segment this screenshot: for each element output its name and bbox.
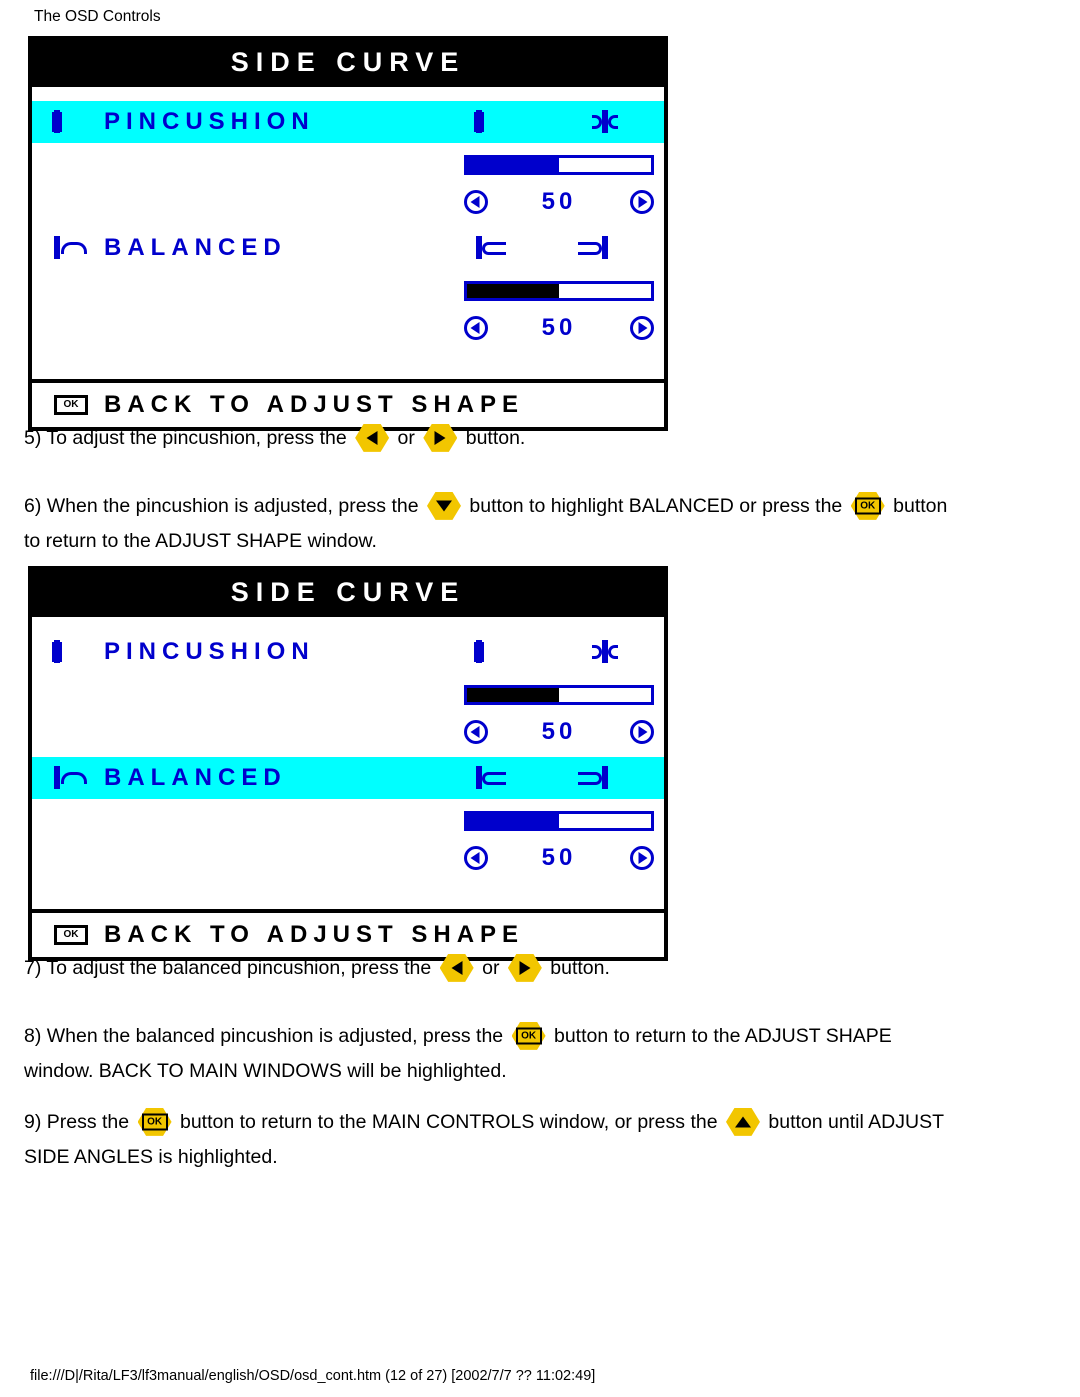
step-9-text-d: SIDE ANGLES is highlighted. [24,1145,278,1168]
balanced-right-icon [602,236,608,259]
osd-body-1: PINCUSHION 50 BALANCED 50 [32,87,664,379]
right-button-icon[interactable] [423,423,458,452]
slider-pincushion-1[interactable] [464,155,654,175]
pincushion-less-icon [476,110,482,133]
step-9-text-a: 9) Press the [24,1110,130,1133]
osd-row-label-balanced-2: BALANCED [104,764,287,791]
ok-icon-2: OK [54,925,88,945]
slider-fill-balanced-2 [467,814,559,828]
pincushion-icon [54,640,60,663]
value-pincushion-2: 50 [541,718,577,745]
ok-icon-1: OK [54,395,88,415]
ok-button-glyph: OK [854,497,881,515]
increase-balanced-icon-1[interactable] [629,316,654,340]
slider-fill-pincushion-1 [467,158,559,172]
pincushion-more-icon [602,110,608,133]
pincushion-less-icon [476,640,482,663]
value-balanced-2: 50 [541,844,577,871]
right-button-icon[interactable] [507,953,542,982]
step-8-paragraph: 8) When the balanced pincushion is adjus… [24,1018,1054,1088]
value-row-pincushion-1: 50 [464,185,654,219]
value-pincushion-1: 50 [541,188,577,215]
osd-window-1: SIDE CURVE PINCUSHION 50 BALANCED 50 OK … [28,36,668,431]
step-9-text-c: button until ADJUST [768,1110,944,1133]
ok-button-glyph: OK [141,1113,168,1131]
ok-button-icon[interactable]: OK [511,1021,546,1050]
osd-title-1: SIDE CURVE [32,40,664,87]
decrease-balanced-icon-2[interactable] [464,846,488,870]
balanced-left-icon [476,766,482,789]
increase-pincushion-icon-1[interactable] [629,190,654,214]
ok-button-glyph: OK [515,1027,542,1045]
osd-row-balanced-1[interactable]: BALANCED [32,227,664,269]
left-button-icon[interactable] [439,953,474,982]
value-row-balanced-1: 50 [464,311,654,345]
up-button-icon[interactable] [725,1107,760,1136]
osd-row-pincushion-1[interactable]: PINCUSHION [32,101,664,143]
step-8-text-b: button to return to the ADJUST SHAPE [553,1024,892,1047]
step-6-paragraph: 6) When the pincushion is adjusted, pres… [24,488,1054,558]
pincushion-icon [54,110,60,133]
osd-row-label-balanced-1: BALANCED [104,234,287,261]
balanced-right-icon [602,766,608,789]
osd-footer-label-2: BACK TO ADJUST SHAPE [104,921,525,948]
step-9-text-b: button to return to the MAIN CONTROLS wi… [179,1110,718,1133]
value-balanced-1: 50 [541,314,577,341]
left-button-icon[interactable] [355,423,390,452]
step-6-text-a: 6) When the pincushion is adjusted, pres… [24,494,419,517]
increase-pincushion-icon-2[interactable] [629,720,654,744]
ok-button-icon[interactable]: OK [850,491,885,520]
osd-body-2: PINCUSHION 50 BALANCED 50 [32,617,664,909]
osd-row-label-pincushion-2: PINCUSHION [104,638,315,665]
step-7-text-b: or [482,956,500,979]
step-6-text-d: to return to the ADJUST SHAPE window. [24,529,377,552]
step-5-text-b: or [397,426,415,449]
balanced-icon [54,766,60,789]
osd-footer-label-1: BACK TO ADJUST SHAPE [104,391,525,418]
osd-row-pincushion-2[interactable]: PINCUSHION [32,631,664,673]
slider-fill-balanced-1 [467,284,559,298]
decrease-balanced-icon-1[interactable] [464,316,488,340]
ok-button-icon[interactable]: OK [137,1107,172,1136]
down-button-icon[interactable] [426,491,461,520]
osd-row-label-pincushion-1: PINCUSHION [104,108,315,135]
decrease-pincushion-icon-2[interactable] [464,720,488,744]
balanced-icon [54,236,60,259]
step-7-text-a: 7) To adjust the balanced pincushion, pr… [24,956,432,979]
step-6-text-c: button [893,494,948,517]
step-5-text-c: button. [465,426,526,449]
step-6-text-b: button to highlight BALANCED or press th… [469,494,843,517]
decrease-pincushion-icon-1[interactable] [464,190,488,214]
step-8-text-c: window. BACK TO MAIN WINDOWS will be hig… [24,1059,507,1082]
step-7-paragraph: 7) To adjust the balanced pincushion, pr… [24,950,1054,985]
slider-balanced-2[interactable] [464,811,654,831]
value-row-pincushion-2: 50 [464,715,654,749]
step-7-text-c: button. [550,956,610,979]
increase-balanced-icon-2[interactable] [629,846,654,870]
step-5-paragraph: 5) To adjust the pincushion, press the o… [24,420,1054,455]
slider-pincushion-2[interactable] [464,685,654,705]
osd-window-2: SIDE CURVE PINCUSHION 50 BALANCED 50 OK … [28,566,668,961]
slider-fill-pincushion-2 [467,688,559,702]
pincushion-more-icon [602,640,608,663]
step-8-text-a: 8) When the balanced pincushion is adjus… [24,1024,504,1047]
step-5-text-a: 5) To adjust the pincushion, press the [24,426,347,449]
step-9-paragraph: 9) Press the OK button to return to the … [24,1104,1054,1174]
file-path-footer: file:///D|/Rita/LF3/lf3manual/english/OS… [30,1368,596,1384]
osd-title-2: SIDE CURVE [32,570,664,617]
page-title: The OSD Controls [34,8,161,25]
value-row-balanced-2: 50 [464,841,654,875]
balanced-left-icon [476,236,482,259]
slider-balanced-1[interactable] [464,281,654,301]
osd-row-balanced-2[interactable]: BALANCED [32,757,664,799]
